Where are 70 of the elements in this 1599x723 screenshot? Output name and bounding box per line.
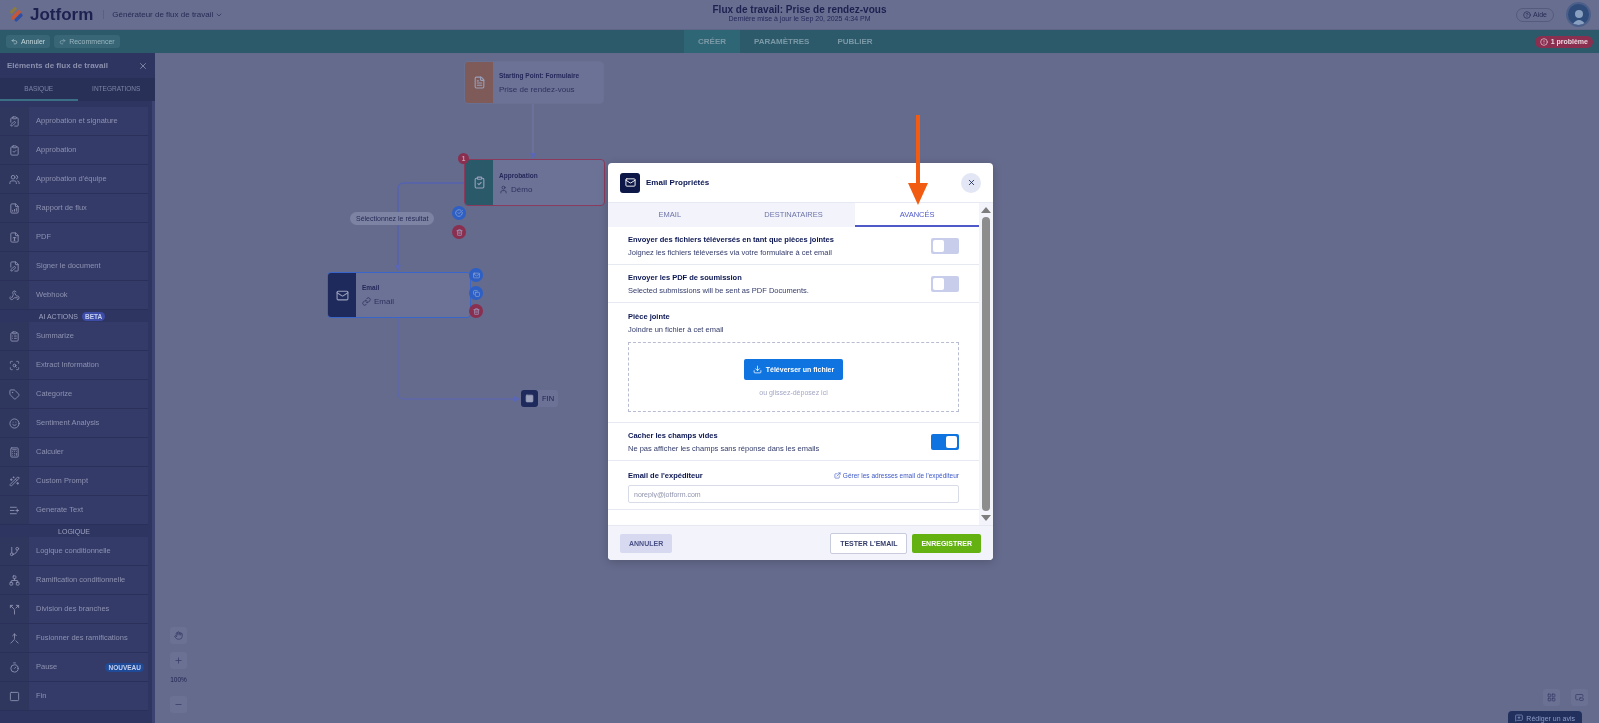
workflow-title: Flux de travail: Prise de rendez-vous [712, 4, 887, 15]
toggle-switch[interactable] [931, 237, 959, 254]
email-button[interactable] [469, 268, 483, 282]
timer-icon [9, 661, 20, 673]
list-plus-icon [9, 504, 20, 516]
grid-view-button[interactable] [1543, 689, 1560, 706]
branch-icon [9, 545, 20, 557]
calculator-icon [9, 446, 20, 458]
network-icon [9, 574, 20, 586]
minimap-button[interactable] [1571, 689, 1588, 706]
nav-tab[interactable]: PUBLIER [823, 30, 887, 53]
logo-icon [8, 5, 26, 24]
square-icon [9, 690, 20, 702]
zoom-out-button[interactable] [170, 696, 187, 713]
check-button[interactable] [452, 206, 466, 220]
alert-icon [1539, 37, 1548, 46]
trash-icon [455, 228, 463, 236]
panel-title: Eléments de flux de travail [7, 61, 108, 70]
clipboard-check-icon [9, 144, 20, 156]
plus-icon [174, 656, 183, 665]
webhook-icon [9, 289, 20, 301]
envelope-icon [624, 177, 636, 188]
close-icon[interactable] [138, 60, 148, 71]
file-chart-icon [9, 202, 20, 214]
download-icon [752, 364, 762, 374]
hand-icon [174, 631, 183, 640]
grid-icon [1547, 693, 1556, 702]
file-pen-icon [9, 260, 20, 272]
tag-icon [9, 388, 20, 400]
logo-text: Jotform [30, 4, 94, 25]
delete-button[interactable] [469, 304, 483, 318]
check-icon [455, 209, 463, 217]
user-icon [499, 184, 508, 194]
link-icon [362, 297, 371, 306]
duplicate-button[interactable] [469, 286, 483, 300]
avatar [1566, 2, 1591, 27]
nav-tab[interactable]: PARAMÈTRES [740, 30, 824, 53]
square-icon [525, 394, 534, 403]
envelope-icon [335, 288, 349, 302]
undo-icon [11, 38, 18, 45]
clipboard-icon [9, 330, 20, 342]
hand-tool-button[interactable] [170, 627, 187, 644]
merge-icon [9, 632, 20, 644]
close-icon [966, 178, 976, 187]
users-icon [9, 173, 20, 185]
toggle-switch[interactable] [931, 275, 959, 292]
smile-icon [9, 417, 20, 429]
zoom-in-button[interactable] [170, 652, 187, 669]
envelope-icon [472, 271, 480, 279]
minimap-icon [1575, 693, 1584, 702]
copy-icon [472, 289, 480, 297]
file-icon [9, 231, 20, 243]
scrollbar[interactable] [979, 203, 993, 525]
scan-search-icon [9, 359, 20, 371]
nav-tab[interactable]: CRÉER [684, 30, 740, 53]
clipboard-pen-icon [9, 115, 20, 127]
external-link-icon [833, 472, 841, 479]
redo-icon [59, 38, 67, 45]
help-icon [1523, 10, 1531, 19]
split-icon [9, 603, 20, 615]
message-icon [1515, 714, 1524, 722]
trash-icon [472, 307, 480, 315]
form-icon [472, 76, 486, 89]
connector-line [530, 103, 536, 159]
delete-button[interactable] [452, 225, 466, 239]
toggle-switch[interactable] [931, 433, 959, 450]
clipboard-check-icon [472, 176, 486, 189]
close-button[interactable] [961, 172, 981, 193]
wand-icon [9, 475, 20, 487]
dialog-title: Email Propriétés [646, 178, 710, 187]
